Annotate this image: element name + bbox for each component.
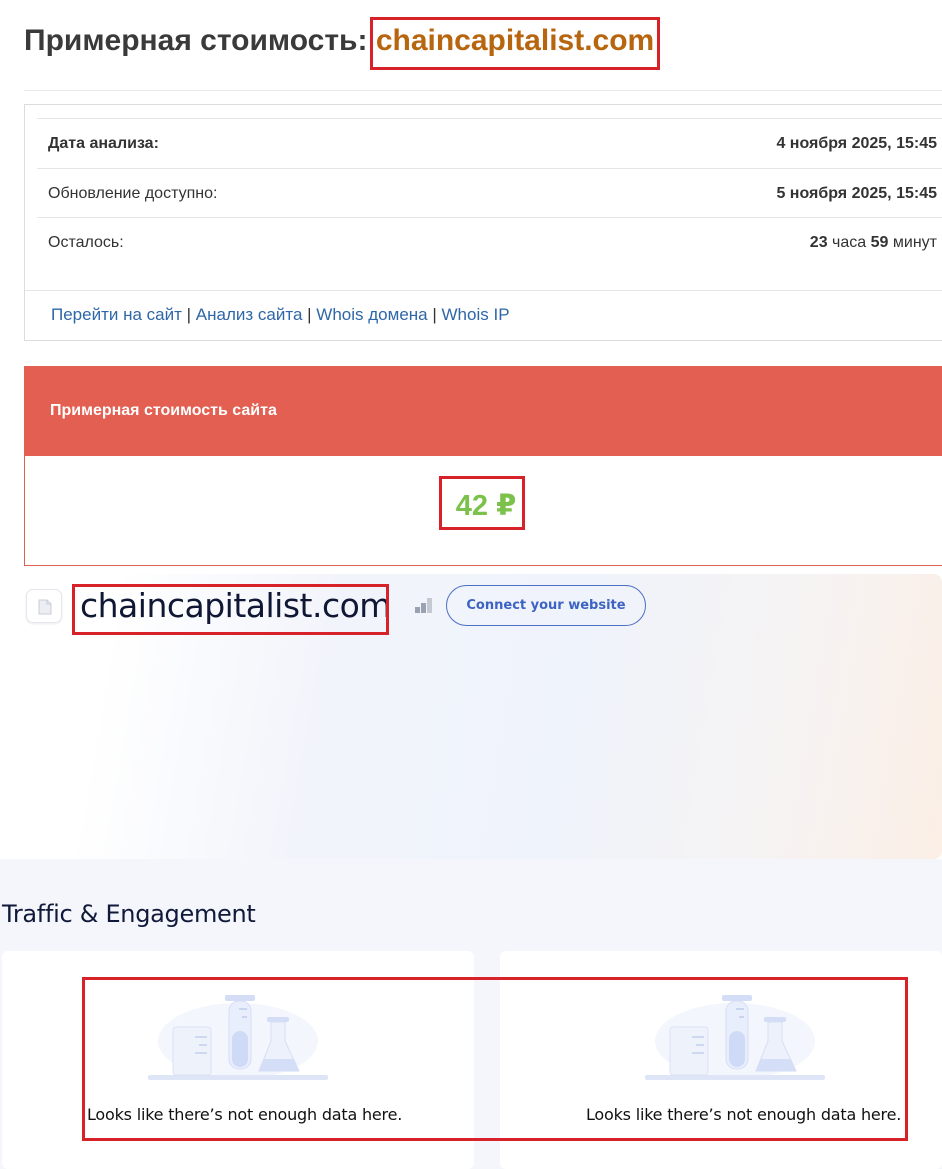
info-value: 5 ноября 2025, 15:45	[776, 185, 937, 202]
highlight-box-title	[370, 17, 660, 70]
info-value-remaining: 23 часа 59 минут	[810, 234, 937, 252]
info-label: Дата анализа:	[48, 135, 159, 152]
link-separator: |	[186, 305, 192, 324]
info-label: Обновление доступно:	[48, 185, 218, 202]
info-row-remaining: Осталось: 23 часа 59 минут	[37, 217, 942, 267]
connect-website-button[interactable]: Connect your website	[446, 585, 646, 626]
cost-panel-heading: Примерная стоимость сайта	[50, 402, 277, 419]
estimated-cost-panel: Примерная стоимость сайта 42 ₽	[24, 366, 942, 566]
action-links: Перейти на сайт | Анализ сайта | Whois д…	[51, 305, 510, 325]
hours-number: 23	[809, 234, 828, 251]
link-separator: |	[432, 305, 437, 324]
info-row-analysis-date: Дата анализа: 4 ноября 2025, 15:45	[37, 118, 942, 168]
link-separator: |	[307, 305, 312, 324]
info-label: Осталось:	[48, 234, 124, 251]
rank-bars-icon	[414, 596, 434, 619]
minutes-word: минут	[892, 234, 937, 251]
page-title-prefix: Примерная стоимость:	[24, 24, 368, 57]
traffic-heading: Traffic & Engagement	[2, 900, 256, 928]
link-domain-whois[interactable]: Whois домена	[316, 305, 427, 324]
info-row-update-available: Обновление доступно: 5 ноября 2025, 15:4…	[37, 168, 942, 218]
page-icon	[26, 589, 62, 623]
highlight-box-price	[439, 476, 525, 530]
cost-panel-header: Примерная стоимость сайта	[25, 367, 942, 456]
link-ip-whois[interactable]: Whois IP	[442, 305, 510, 324]
minutes-number: 59	[870, 234, 889, 251]
hours-word: часа	[832, 234, 867, 251]
analysis-info-panel: Дата анализа: 4 ноября 2025, 15:45 Обнов…	[24, 104, 942, 341]
highlight-box-empty-data	[82, 977, 908, 1141]
link-go-to-site[interactable]: Перейти на сайт	[51, 305, 182, 324]
info-value: 4 ноября 2025, 15:45	[776, 135, 937, 152]
divider	[25, 290, 942, 291]
highlight-box-domain	[72, 584, 389, 635]
link-site-analysis[interactable]: Анализ сайта	[196, 305, 303, 324]
divider	[24, 90, 942, 91]
